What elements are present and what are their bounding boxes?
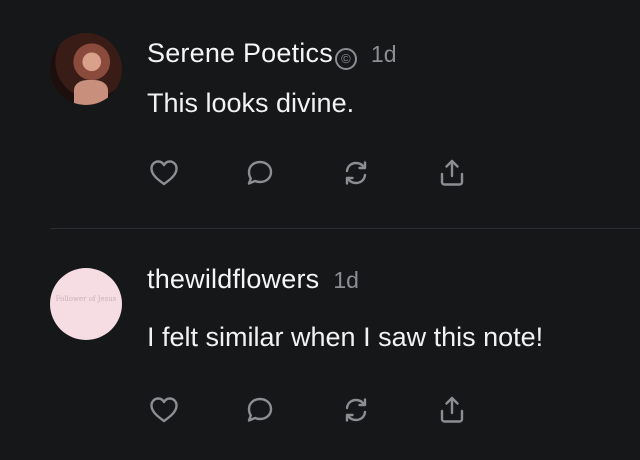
post-item: Serene Poetics © 1d This looks divine. xyxy=(0,0,640,228)
post-text: This looks divine. xyxy=(147,88,355,118)
share-icon xyxy=(440,159,464,186)
timestamp: 1d xyxy=(333,267,359,293)
comment-icon xyxy=(247,160,273,185)
like-button[interactable] xyxy=(147,393,181,427)
post-header: Serene Poetics © 1d xyxy=(147,38,397,70)
timestamp: 1d xyxy=(370,41,397,67)
username[interactable]: Serene Poetics xyxy=(147,38,333,69)
post-text: I felt similar when I saw this note! xyxy=(147,322,544,352)
avatar[interactable]: Follower of Jesus xyxy=(50,268,122,340)
comment-button[interactable] xyxy=(243,393,277,427)
like-button[interactable] xyxy=(147,156,181,190)
repost-icon xyxy=(345,161,367,185)
repost-icon xyxy=(345,398,367,422)
username[interactable]: thewildflowers xyxy=(147,264,319,295)
comment-button[interactable] xyxy=(243,156,277,190)
repost-button[interactable] xyxy=(339,393,373,427)
verified-icon: © xyxy=(334,48,357,70)
heart-icon xyxy=(150,397,178,423)
action-bar xyxy=(147,156,531,190)
avatar-text: Follower of Jesus xyxy=(55,295,117,303)
post-header: thewildflowers 1d xyxy=(147,264,359,295)
heart-icon xyxy=(150,160,178,186)
share-button[interactable] xyxy=(435,393,469,427)
repost-button[interactable] xyxy=(339,156,373,190)
post-item: Follower of Jesus thewildflowers 1d I fe… xyxy=(0,229,640,460)
share-icon xyxy=(440,396,464,423)
action-bar xyxy=(147,393,531,427)
comment-icon xyxy=(247,397,273,422)
avatar[interactable] xyxy=(50,33,122,105)
share-button[interactable] xyxy=(435,156,469,190)
